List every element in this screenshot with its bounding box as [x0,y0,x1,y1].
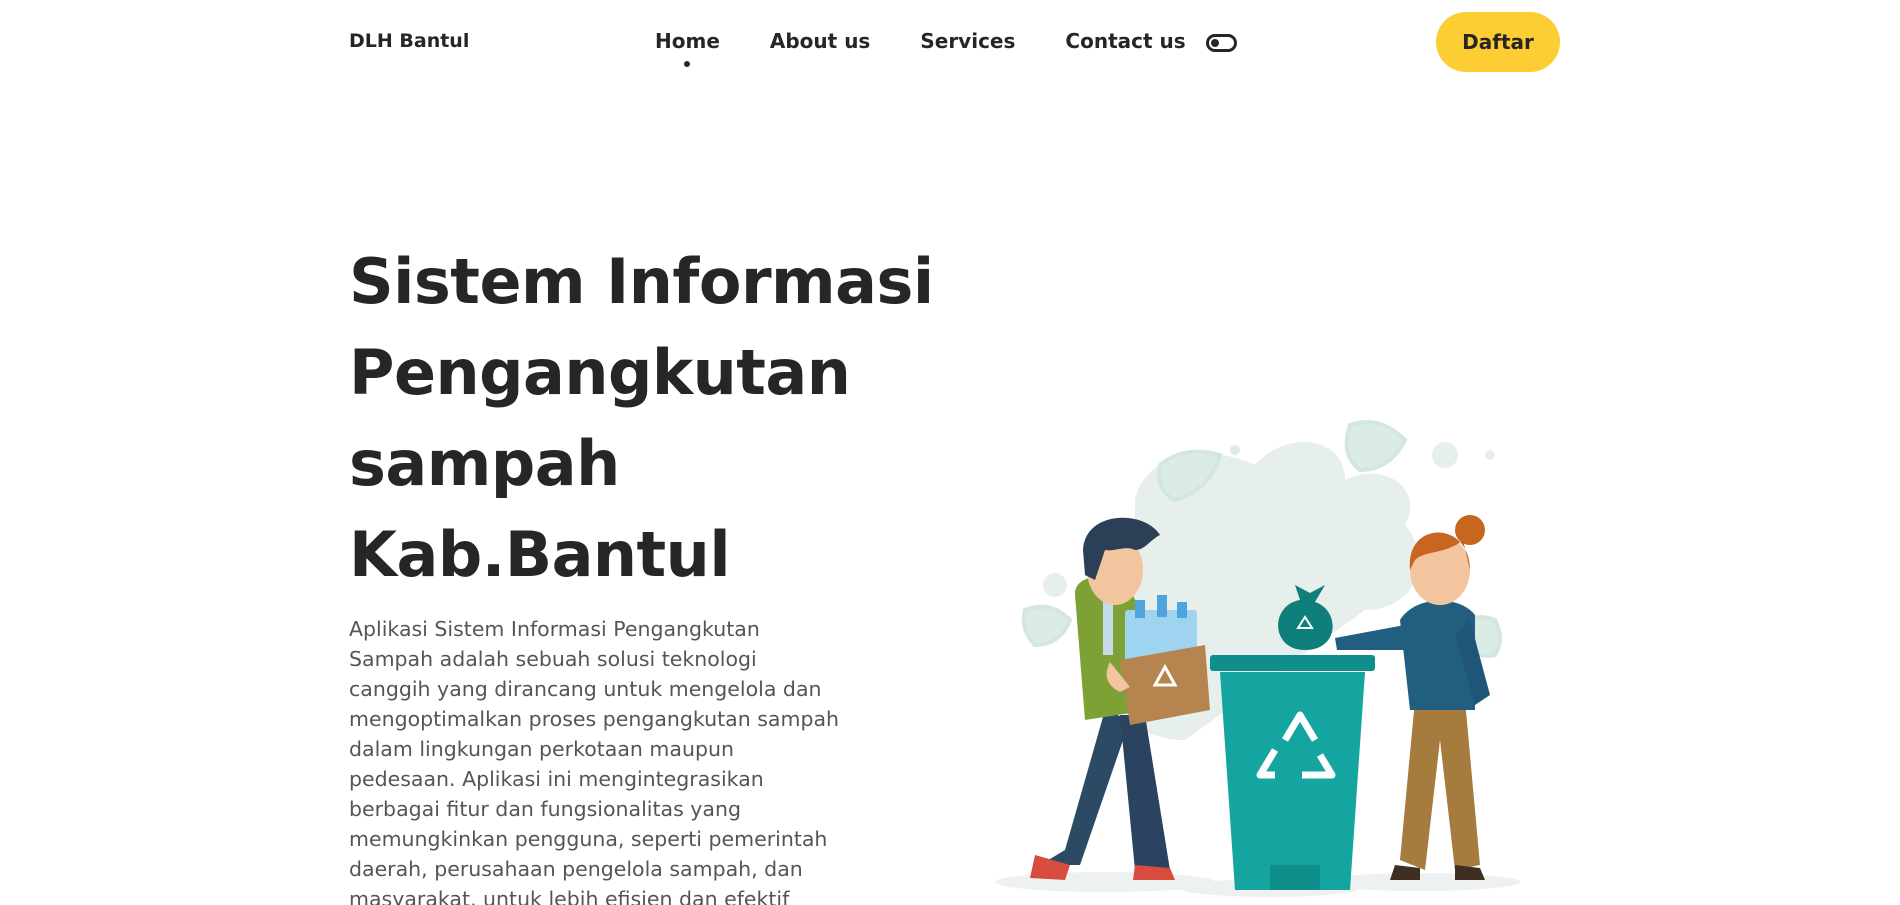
nav-item-about-us[interactable]: About us [770,29,870,53]
top-navbar: DLH Bantul Home About us Services Contac… [0,0,1900,84]
hero-title-line: Kab.Bantul [349,518,731,591]
hero-description-line: Aplikasi Sistem Informasi Pengangkutan [349,617,760,641]
hero-description-line: masyarakat, untuk lebih efisien dan efek… [349,887,790,905]
hero-description-line: mengoptimalkan proses pengangkutan sampa… [349,707,840,731]
hero-description-line: pedesaan. Aplikasi ini mengintegrasikan [349,767,764,791]
hero-description-line: daerah, perusahaan pengelola sampah, dan [349,857,803,881]
hero-title-line: Pengangkutan [349,336,851,409]
hero-title-line: Sistem Informasi [349,245,934,318]
daftar-button[interactable]: Daftar [1436,12,1560,72]
hero-title-line: sampah [349,427,620,500]
theme-toggle-icon[interactable] [1206,34,1237,52]
hero-description: Aplikasi Sistem Informasi Pengangkutan S… [349,614,849,905]
toggle-knob [1211,39,1219,47]
hero-description-line: Sampah adalah sebuah solusi teknologi [349,647,757,671]
active-indicator-dot [684,61,691,67]
hero-title: Sistem Informasi Pengangkutan sampah Kab… [349,236,934,600]
main-menu: Home About us Services Contact us [655,29,1236,67]
nav-item-contact-us[interactable]: Contact us [1065,29,1185,53]
nav-item-label: Contact us [1065,29,1186,53]
brand-logo-text[interactable]: DLH Bantul [349,30,469,52]
nav-item-services[interactable]: Services [920,29,1015,53]
nav-item-label: About us [769,29,871,53]
recycling-illustration [985,410,1545,905]
hero-description-line: dalam lingkungan perkotaan maupun [349,737,734,761]
hero-description-line: canggih yang dirancang untuk mengelola d… [349,677,822,701]
hero-description-line: berbagai fitur dan fungsionalitas yang [349,797,741,821]
nav-item-label: Home [655,29,720,53]
nav-item-label: Services [920,29,1016,53]
recycling-illustration-svg [995,420,1520,897]
nav-item-home[interactable]: Home [655,29,720,67]
hero-description-line: memungkinkan pengguna, seperti pemerinta… [349,827,828,851]
